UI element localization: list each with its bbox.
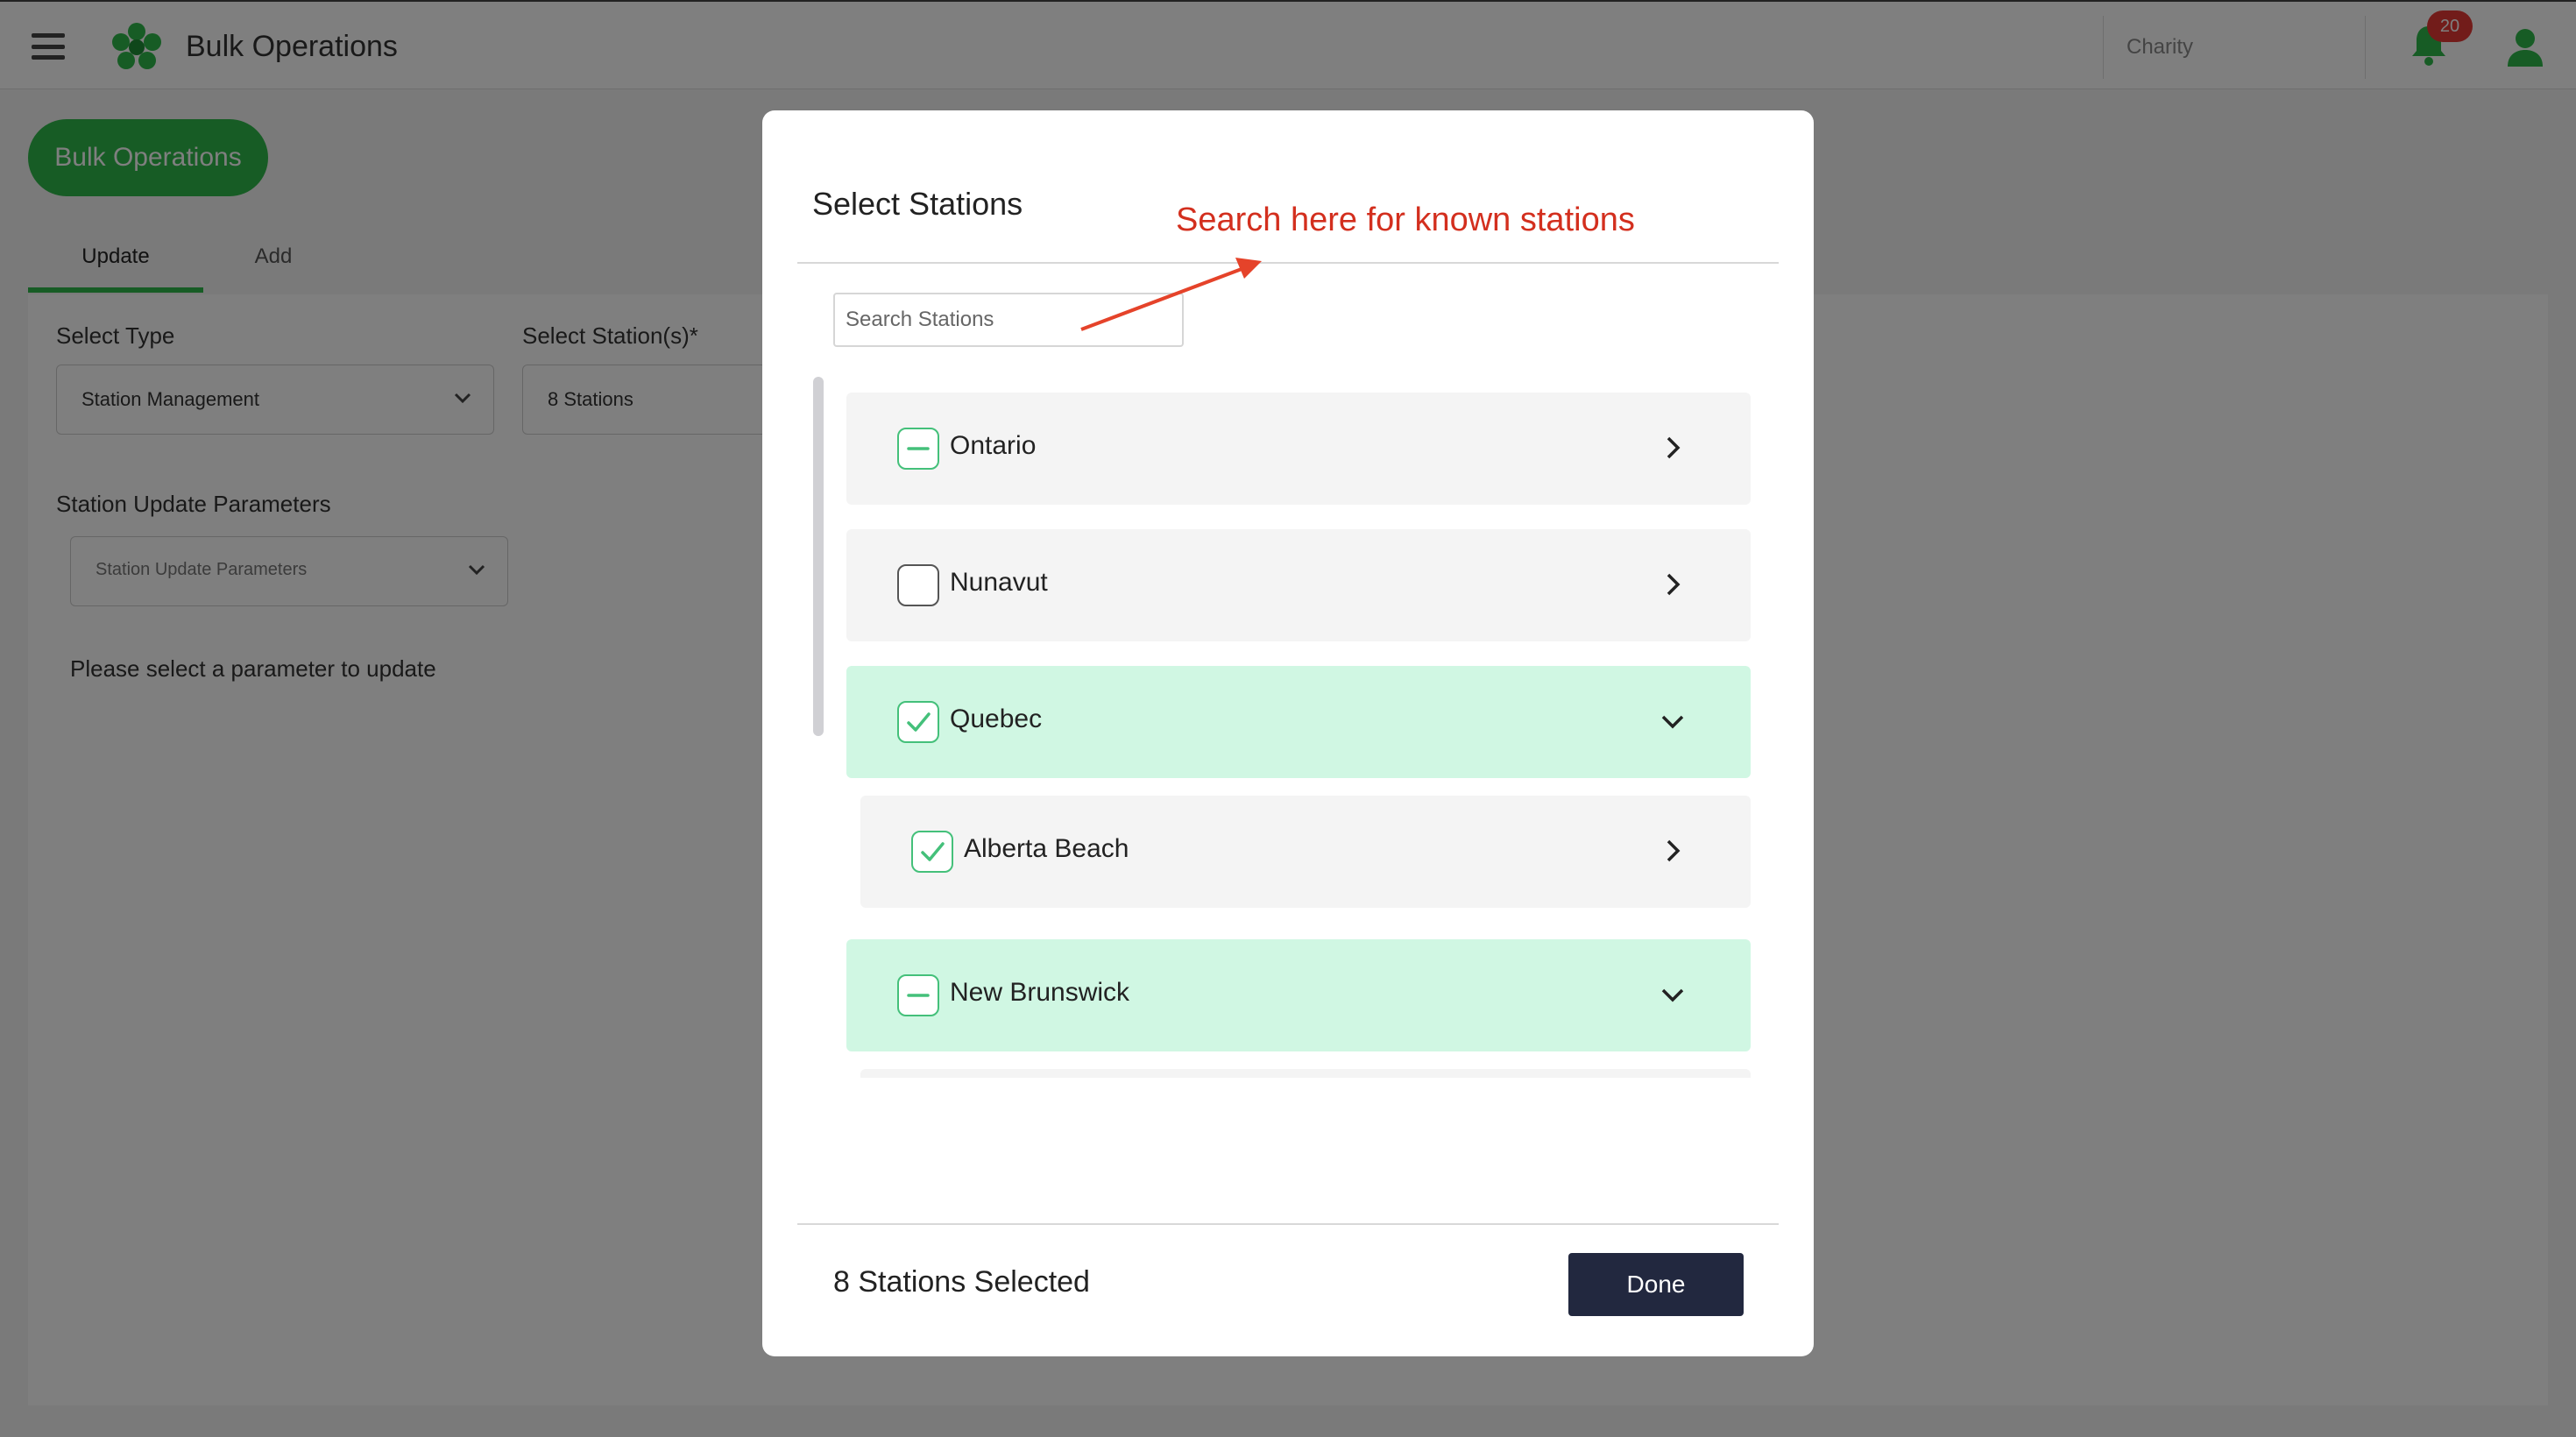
modal-title: Select Stations — [812, 186, 1023, 222]
annotation-arrow-icon — [1080, 258, 1262, 331]
checked-checkbox[interactable] — [897, 701, 939, 743]
list-item[interactable]: Alberta Beach — [860, 796, 1751, 908]
selected-count: 8 Stations Selected — [833, 1265, 1090, 1299]
minus-icon — [907, 994, 930, 997]
select-stations-modal: Select Stations Search here for known st… — [762, 110, 1814, 1356]
chevron-right-icon[interactable] — [1660, 838, 1686, 864]
annotation-text: Search here for known stations — [1176, 202, 1635, 238]
list-item[interactable] — [860, 1069, 1751, 1078]
list-item[interactable]: New Brunswick — [846, 939, 1751, 1051]
scrollbar-thumb[interactable] — [813, 377, 824, 736]
row-label: Ontario — [950, 431, 1037, 460]
row-label: Quebec — [950, 704, 1043, 733]
list-item[interactable]: Quebec — [846, 666, 1751, 778]
partial-checkbox[interactable] — [897, 974, 939, 1016]
row-label: Nunavut — [950, 568, 1048, 597]
header-divider — [797, 262, 1779, 264]
checkmark-icon — [907, 712, 931, 732]
minus-icon — [907, 447, 930, 450]
footer-divider — [797, 1223, 1779, 1225]
partial-checkbox[interactable] — [897, 428, 939, 470]
list-item[interactable]: Ontario — [846, 393, 1751, 505]
chevron-right-icon[interactable] — [1660, 571, 1686, 598]
done-button[interactable]: Done — [1568, 1253, 1744, 1316]
chevron-down-icon[interactable] — [1660, 981, 1686, 1008]
chevron-right-icon[interactable] — [1660, 435, 1686, 461]
checkmark-icon — [921, 842, 945, 861]
list-item[interactable]: Nunavut — [846, 529, 1751, 641]
station-tree-list: Ontario Nunavut Quebec Alberta Beach New… — [846, 393, 1751, 1078]
empty-checkbox[interactable] — [897, 564, 939, 606]
checked-checkbox[interactable] — [911, 831, 953, 873]
chevron-down-icon[interactable] — [1660, 708, 1686, 734]
row-label: New Brunswick — [950, 978, 1130, 1007]
row-label: Alberta Beach — [964, 834, 1129, 863]
